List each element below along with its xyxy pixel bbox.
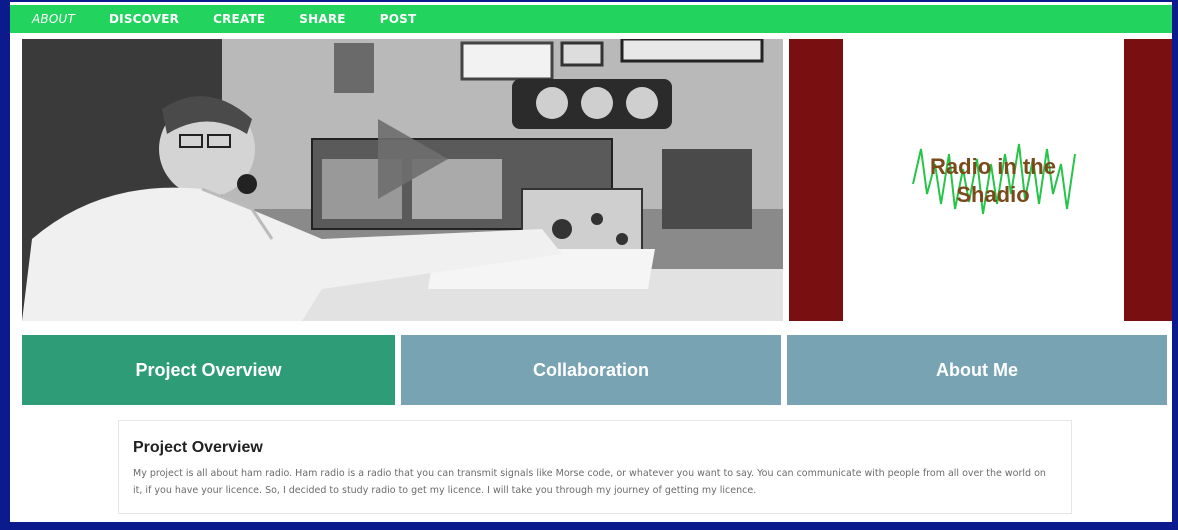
top-nav: ABOUT DISCOVER CREATE SHARE POST: [10, 5, 1172, 33]
radio-logo: Radio in the Shadio: [912, 143, 1076, 215]
tab-collaboration[interactable]: Collaboration: [401, 335, 781, 405]
content-card: Project Overview My project is all about…: [118, 420, 1072, 514]
play-icon[interactable]: [378, 119, 448, 199]
tab-project-overview[interactable]: Project Overview: [22, 335, 395, 405]
nav-discover[interactable]: DISCOVER: [109, 12, 179, 26]
logo-text-line2: Shadio: [956, 182, 1029, 207]
nav-create[interactable]: CREATE: [213, 12, 265, 26]
content-title: Project Overview: [133, 439, 263, 456]
video-player[interactable]: [22, 39, 783, 321]
tab-bar: Project Overview Collaboration About Me: [22, 335, 1167, 405]
nav-about[interactable]: ABOUT: [32, 12, 75, 26]
logo-background: Radio in the Shadio: [843, 39, 1124, 321]
tab-about-me[interactable]: About Me: [787, 335, 1167, 405]
content-body: My project is all about ham radio. Ham r…: [133, 468, 1046, 496]
logo-panel: Radio in the Shadio: [789, 39, 1172, 321]
nav-post[interactable]: POST: [380, 12, 417, 26]
logo-text-line1: Radio in the: [930, 154, 1056, 179]
nav-share[interactable]: SHARE: [299, 12, 345, 26]
page-frame: ABOUT DISCOVER CREATE SHARE POST Radio i…: [10, 2, 1172, 522]
